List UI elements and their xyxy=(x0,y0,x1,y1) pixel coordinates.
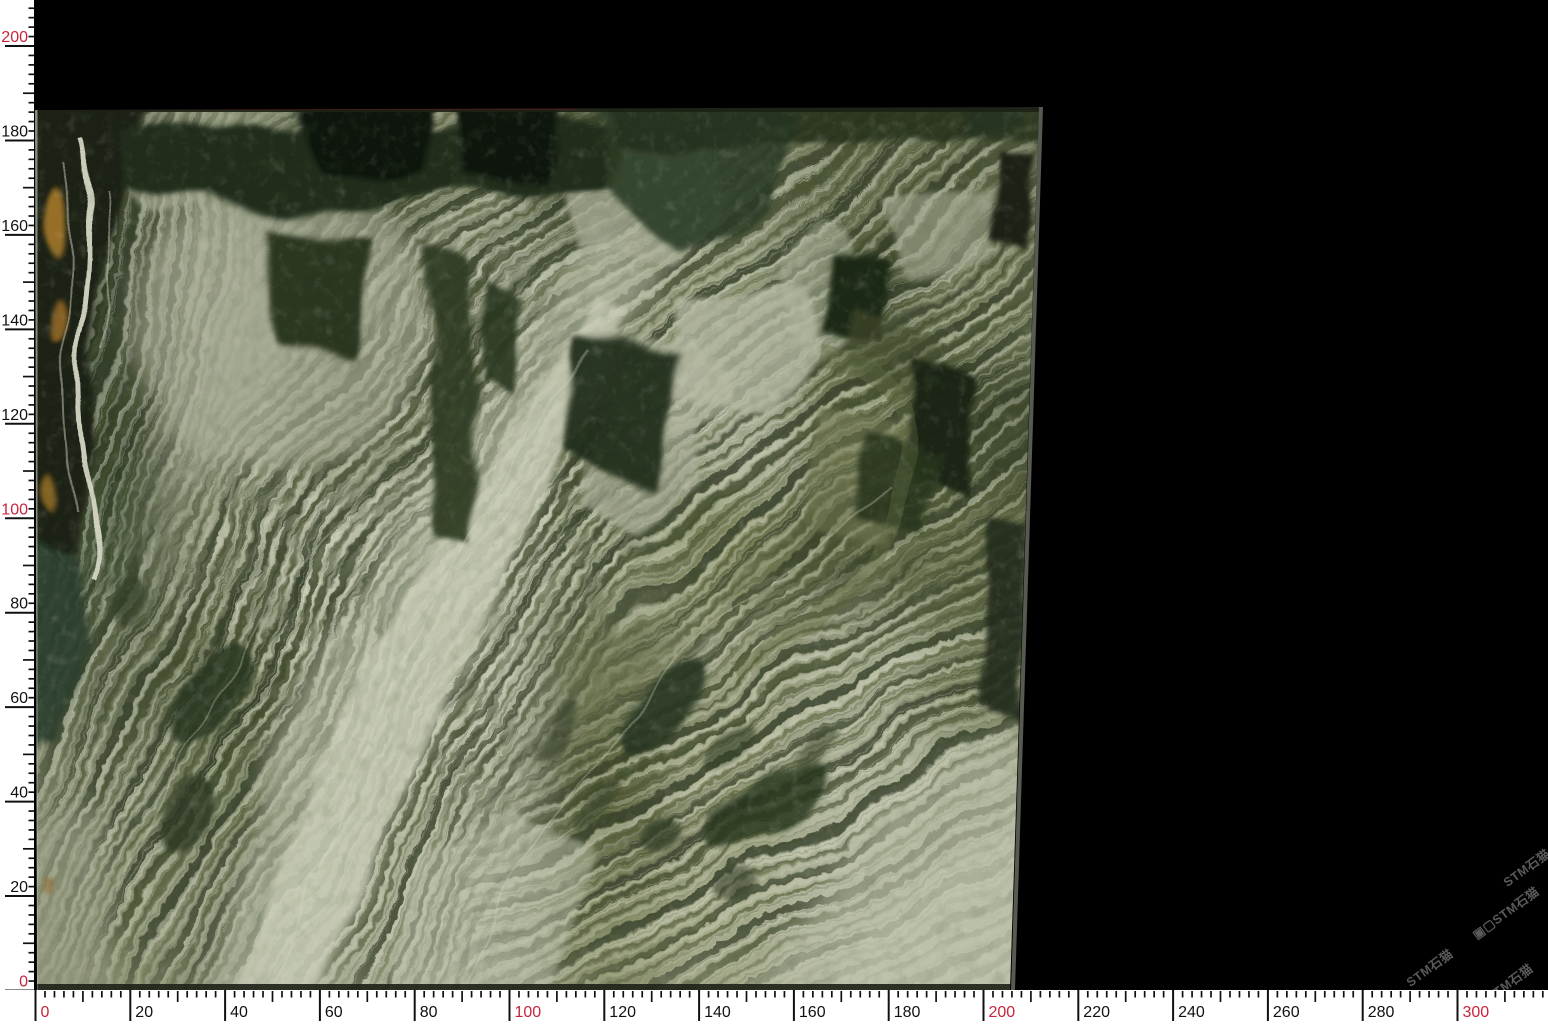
svg-text:0: 0 xyxy=(41,1004,50,1021)
svg-text:0: 0 xyxy=(19,974,28,991)
svg-text:60: 60 xyxy=(10,690,28,707)
svg-text:40: 40 xyxy=(230,1004,248,1021)
svg-text:140: 140 xyxy=(704,1004,731,1021)
svg-text:40: 40 xyxy=(10,785,28,802)
svg-text:100: 100 xyxy=(1,501,28,518)
svg-text:160: 160 xyxy=(799,1004,826,1021)
svg-text:220: 220 xyxy=(1083,1004,1110,1021)
svg-text:60: 60 xyxy=(325,1004,343,1021)
svg-text:120: 120 xyxy=(609,1004,636,1021)
svg-text:200: 200 xyxy=(989,1004,1016,1021)
svg-text:140: 140 xyxy=(1,312,28,329)
svg-text:180: 180 xyxy=(1,123,28,140)
svg-text:260: 260 xyxy=(1273,1004,1300,1021)
svg-text:180: 180 xyxy=(894,1004,921,1021)
svg-text:100: 100 xyxy=(515,1004,542,1021)
svg-text:160: 160 xyxy=(1,218,28,235)
svg-text:80: 80 xyxy=(10,596,28,613)
svg-text:120: 120 xyxy=(1,407,28,424)
svg-text:240: 240 xyxy=(1178,1004,1205,1021)
svg-text:80: 80 xyxy=(420,1004,438,1021)
svg-text:280: 280 xyxy=(1368,1004,1395,1021)
svg-text:20: 20 xyxy=(135,1004,153,1021)
svg-text:300: 300 xyxy=(1463,1004,1490,1021)
svg-text:200: 200 xyxy=(1,29,28,46)
svg-text:20: 20 xyxy=(10,879,28,896)
